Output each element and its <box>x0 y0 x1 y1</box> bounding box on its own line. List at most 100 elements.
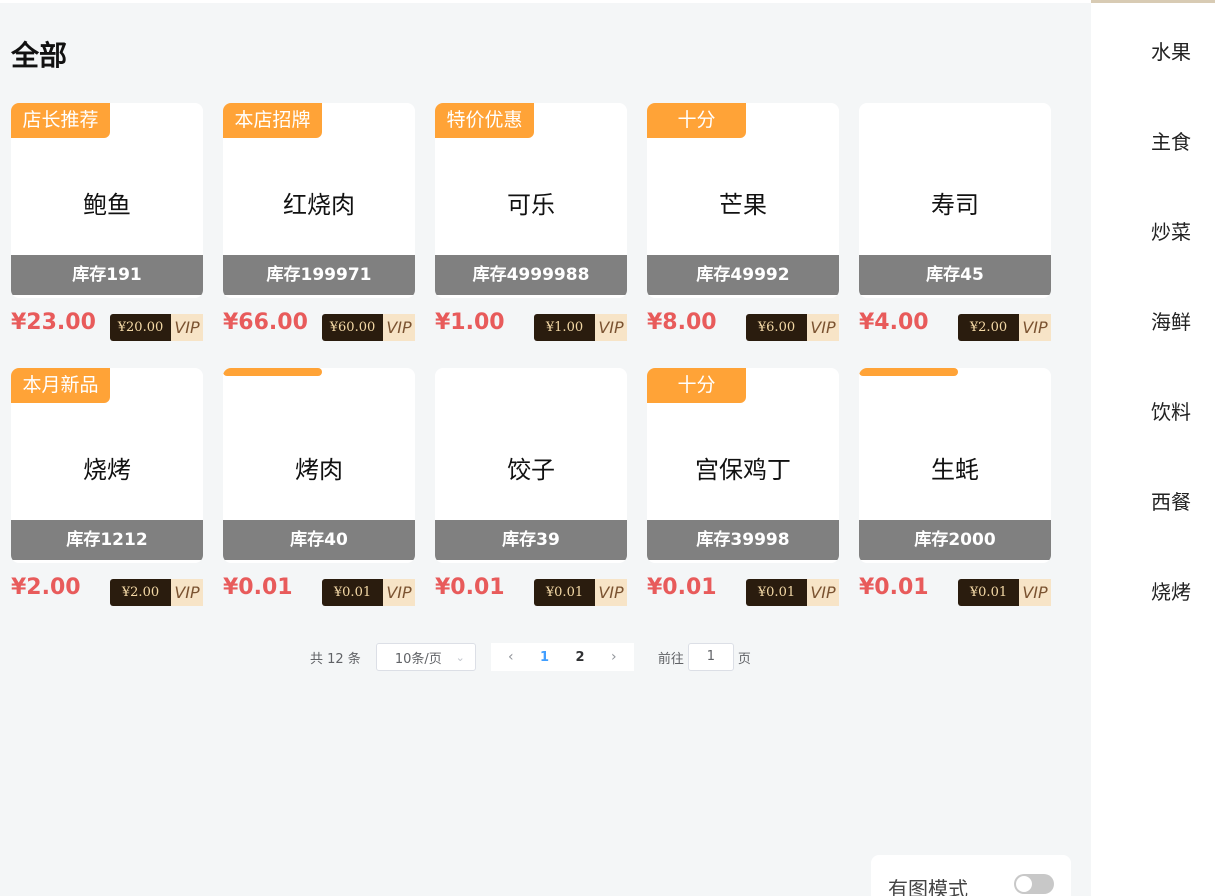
price-row: ¥0.01 ¥0.01 VIP <box>223 573 415 613</box>
vip-price-badge: ¥0.01 VIP <box>322 579 415 606</box>
product-tag: 十分 <box>647 103 746 138</box>
sidebar-item-fruit[interactable]: 水果 <box>1091 36 1215 65</box>
price-row: ¥2.00 ¥2.00 VIP <box>11 573 203 613</box>
vip-price: ¥0.01 <box>322 579 383 606</box>
sidebar-accent-bar <box>1091 0 1215 3</box>
product-price: ¥23.00 <box>11 310 96 335</box>
product-price: ¥66.00 <box>223 310 308 335</box>
price-row: ¥8.00 ¥6.00 VIP <box>647 308 839 348</box>
vip-label: VIP <box>383 314 415 341</box>
vip-price-badge: ¥0.01 VIP <box>958 579 1051 606</box>
product-tag: 特价优惠 <box>435 103 534 138</box>
price-row: ¥0.01 ¥0.01 VIP <box>435 573 627 613</box>
price-row: ¥66.00 ¥60.00 VIP <box>223 308 415 348</box>
product-price: ¥0.01 <box>223 575 293 600</box>
vip-label: VIP <box>595 579 627 606</box>
vip-price-badge: ¥1.00 VIP <box>534 314 627 341</box>
vip-price-badge: ¥0.01 VIP <box>534 579 627 606</box>
page-size-value: 10条/页 <box>394 651 442 667</box>
product-tile[interactable]: 饺子 库存39 <box>435 368 627 563</box>
product-card[interactable]: 十分 宫保鸡丁 库存39998 ¥0.01 ¥0.01 VIP <box>647 368 839 613</box>
product-tile[interactable]: 本月新品 烧烤 库存1212 <box>11 368 203 563</box>
next-page-icon[interactable]: › <box>611 649 617 665</box>
product-price: ¥4.00 <box>859 310 929 335</box>
product-tile[interactable]: 特价优惠 可乐 库存4999988 <box>435 103 627 298</box>
product-tile[interactable]: 寿司 库存45 <box>859 103 1051 298</box>
product-card[interactable]: 烤肉 库存40 ¥0.01 ¥0.01 VIP <box>223 368 415 613</box>
goto-prefix: 前往 <box>657 651 684 667</box>
image-mode-panel: 有图模式 <box>871 855 1071 896</box>
category-sidebar: 水果 主食 炒菜 海鲜 饮料 西餐 烧烤 <box>1091 0 1215 896</box>
product-card[interactable]: 生蚝 库存2000 ¥0.01 ¥0.01 VIP <box>859 368 1051 613</box>
vip-price: ¥0.01 <box>746 579 807 606</box>
goto-suffix: 页 <box>737 651 751 667</box>
image-mode-toggle[interactable] <box>1014 874 1054 894</box>
vip-price-badge: ¥0.01 VIP <box>746 579 839 606</box>
vip-price: ¥0.01 <box>534 579 595 606</box>
product-name: 生蚝 <box>931 456 979 484</box>
product-name: 烧烤 <box>83 456 131 484</box>
product-stock: 库存39998 <box>647 520 839 560</box>
pagination: 共 12 条 10条/页 ⌄ ‹ 1 2 › 前往 1 页 <box>310 643 751 671</box>
sidebar-item-staple[interactable]: 主食 <box>1091 126 1215 155</box>
product-stock: 库存49992 <box>647 255 839 295</box>
product-price: ¥0.01 <box>859 575 929 600</box>
product-tag: 本店招牌 <box>223 103 322 138</box>
product-name: 芒果 <box>719 191 767 219</box>
vip-price: ¥20.00 <box>110 314 171 341</box>
product-stock: 库存40 <box>223 520 415 560</box>
sidebar-item-seafood[interactable]: 海鲜 <box>1091 306 1215 335</box>
sidebar-item-stirfry[interactable]: 炒菜 <box>1091 216 1215 245</box>
sidebar-item-bbq[interactable]: 烧烤 <box>1091 576 1215 605</box>
product-name: 寿司 <box>931 191 979 219</box>
product-name: 宫保鸡丁 <box>695 456 791 484</box>
vip-price-badge: ¥2.00 VIP <box>958 314 1051 341</box>
product-card[interactable]: 店长推荐 鲍鱼 库存191 ¥23.00 ¥20.00 VIP <box>11 103 203 348</box>
vip-price: ¥2.00 <box>958 314 1019 341</box>
product-stock: 库存199971 <box>223 255 415 295</box>
vip-price-badge: ¥2.00 VIP <box>110 579 203 606</box>
goto-page-input[interactable]: 1 <box>687 643 734 671</box>
product-tag: 店长推荐 <box>11 103 110 138</box>
vip-label: VIP <box>383 579 415 606</box>
product-name: 饺子 <box>507 456 555 484</box>
prev-page-icon[interactable]: ‹ <box>508 649 514 665</box>
product-price: ¥1.00 <box>435 310 505 335</box>
product-name: 烤肉 <box>295 456 343 484</box>
vip-label: VIP <box>807 579 839 606</box>
product-name: 可乐 <box>507 191 555 219</box>
pager: ‹ 1 2 › <box>490 643 634 671</box>
sidebar-item-western[interactable]: 西餐 <box>1091 486 1215 515</box>
pagination-total: 共 12 条 <box>310 651 361 667</box>
product-tag: 本月新品 <box>11 368 110 403</box>
page-title: 全部 <box>11 39 68 72</box>
vip-price: ¥1.00 <box>534 314 595 341</box>
vip-label: VIP <box>171 579 203 606</box>
price-row: ¥1.00 ¥1.00 VIP <box>435 308 627 348</box>
product-tag: 十分 <box>647 368 746 403</box>
product-tile[interactable]: 店长推荐 鲍鱼 库存191 <box>11 103 203 298</box>
product-price: ¥2.00 <box>11 575 81 600</box>
page-number[interactable]: 2 <box>576 650 585 665</box>
product-name: 鲍鱼 <box>83 191 131 219</box>
product-tile[interactable]: 本店招牌 红烧肉 库存199971 <box>223 103 415 298</box>
vip-label: VIP <box>595 314 627 341</box>
price-row: ¥0.01 ¥0.01 VIP <box>647 573 839 613</box>
product-tile[interactable]: 十分 宫保鸡丁 库存39998 <box>647 368 839 563</box>
product-price: ¥0.01 <box>435 575 505 600</box>
product-stock: 库存2000 <box>859 520 1051 560</box>
product-card[interactable]: 十分 芒果 库存49992 ¥8.00 ¥6.00 VIP <box>647 103 839 348</box>
product-card[interactable]: 本月新品 烧烤 库存1212 ¥2.00 ¥2.00 VIP <box>11 368 203 613</box>
product-tile[interactable]: 烤肉 库存40 <box>223 368 415 563</box>
product-card[interactable]: 本店招牌 红烧肉 库存199971 ¥66.00 ¥60.00 VIP <box>223 103 415 348</box>
sidebar-item-drinks[interactable]: 饮料 <box>1091 396 1215 425</box>
price-row: ¥23.00 ¥20.00 VIP <box>11 308 203 348</box>
product-card[interactable]: 饺子 库存39 ¥0.01 ¥0.01 VIP <box>435 368 627 613</box>
product-tile[interactable]: 十分 芒果 库存49992 <box>647 103 839 298</box>
product-card[interactable]: 寿司 库存45 ¥4.00 ¥2.00 VIP <box>859 103 1051 348</box>
product-card[interactable]: 特价优惠 可乐 库存4999988 ¥1.00 ¥1.00 VIP <box>435 103 627 348</box>
page-number[interactable]: 1 <box>540 650 549 665</box>
product-tile[interactable]: 生蚝 库存2000 <box>859 368 1051 563</box>
page-size-select[interactable]: 10条/页 ⌄ <box>375 643 476 671</box>
page-jumper: 前往 1 页 <box>658 643 751 671</box>
